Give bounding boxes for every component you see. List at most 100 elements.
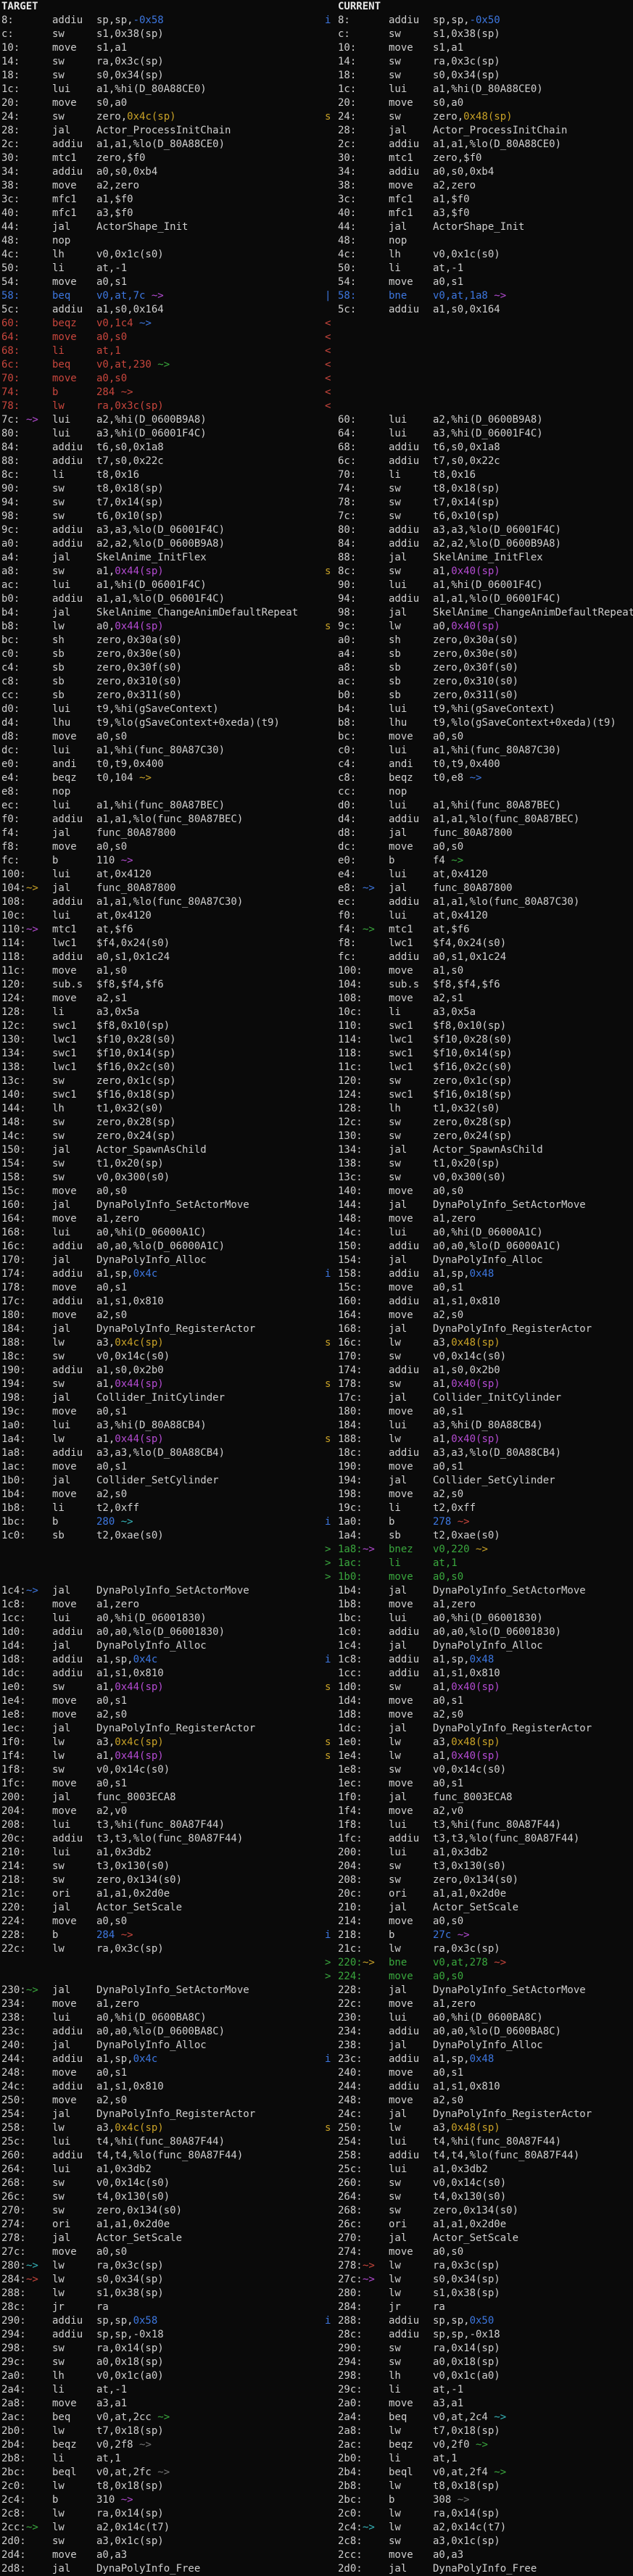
asm-operands: a0,s0: [433, 1971, 463, 1982]
asm-operands: sp,sp,-0x18: [96, 2329, 164, 2340]
asm-operands: ra,0x3c(sp): [96, 56, 164, 67]
asm-row: 12c:swc1$f8,0x10(sp)110:swc1$f8,0x10(sp): [0, 1019, 633, 1033]
asm-operands: a0,s1: [433, 1282, 463, 1293]
diff-gutter-marker: [325, 413, 335, 427]
asm-operands: a1,a1,%lo(func_80A87C30): [96, 896, 243, 908]
asm-mnemonic: jal: [52, 1791, 96, 1805]
diff-gutter-marker: [325, 2204, 335, 2218]
asm-mnemonic: addiu: [52, 14, 96, 28]
diff-gutter-marker: [325, 1791, 335, 1805]
asm-mnemonic: addiu: [52, 592, 96, 606]
target-asm-line: 90:swt8,0x18(sp): [0, 482, 325, 496]
asm-operands: a2,s0: [433, 1709, 463, 1720]
target-asm-line: 24:swzero,0x4c(sp): [0, 110, 325, 124]
current-asm-line: 278:~>lwra,0x3c(sp): [335, 2259, 633, 2273]
asm-address: 224:: [1, 1915, 26, 1929]
asm-mnemonic: lwc1: [52, 1033, 96, 1047]
current-asm-line: 40:mfc1a3,$f0: [335, 207, 633, 220]
current-asm-line: 1c0:addiua0,a0,%lo(D_06001830): [335, 1625, 633, 1639]
current-asm-line: 244:addiua1,s1,0x810: [335, 2080, 633, 2094]
target-asm-line: 14:swra,0x3c(sp): [0, 55, 325, 69]
target-asm-line: 13c:swzero,0x1c(sp): [0, 1074, 325, 1088]
asm-operands: DynaPolyInfo_Alloc: [433, 1254, 543, 1266]
asm-mnemonic: bne: [389, 289, 433, 303]
target-asm-line: 1c0:sbt2,0xae(s0): [0, 1529, 325, 1543]
target-asm-line: 34:addiua0,s0,0xb4: [0, 165, 325, 179]
current-asm-line: 2b4:beqlv0,at,2f4 ~>: [335, 2466, 633, 2480]
asm-operands: a1,zero: [96, 1998, 139, 2010]
asm-row: 8c:lit8,0x1670:lit8,0x16: [0, 468, 633, 482]
asm-address: 2ac:: [338, 2438, 363, 2452]
current-asm-line: 5c:addiua1,s0,0x164: [335, 303, 633, 317]
current-asm-line: [335, 331, 633, 344]
current-asm-line: 1a4:sbt2,0xae(s0): [335, 1529, 633, 1543]
target-asm-line: 234:movea1,zero: [0, 1997, 325, 2011]
current-asm-line: 1c8:addiua1,sp,0x48: [335, 1653, 633, 1667]
current-asm-line: 248:movea2,s0: [335, 2094, 633, 2108]
target-asm-line: 134:swc1$f10,0x14(sp): [0, 1047, 325, 1061]
asm-mnemonic: sw: [52, 2177, 96, 2190]
asm-address: b4:: [1, 606, 26, 620]
asm-mnemonic: addiu: [52, 1653, 96, 1667]
asm-row: >1ac:liat,1: [0, 1557, 633, 1570]
target-asm-line: 18:sws0,0x34(sp): [0, 69, 325, 83]
asm-mnemonic: addiu: [52, 441, 96, 455]
asm-operands: s1,0x38(sp): [433, 28, 500, 40]
asm-address: 58:: [1, 289, 26, 303]
asm-mnemonic: beq: [52, 2411, 96, 2424]
asm-row: c8:sbzero,0x310(s0)ac:sbzero,0x310(s0): [0, 675, 633, 689]
diff-gutter-marker: [325, 868, 335, 882]
asm-row: 2d0:swa3,0x1c(sp)2c8:swa3,0x1c(sp): [0, 2535, 633, 2548]
asm-operands: Actor_SetScale: [433, 2232, 518, 2244]
asm-row: 74:b284 ~><: [0, 386, 633, 399]
asm-operands: a3,a3,%lo(D_06001F4C): [96, 524, 225, 536]
current-asm-line: 38:movea2,zero: [335, 179, 633, 193]
diff-gutter-marker: [325, 1226, 335, 1240]
asm-address: 16c:: [1, 1240, 26, 1254]
current-asm-line: 148:movea1,zero: [335, 1212, 633, 1226]
current-asm-line: e4:luiat,0x4120: [335, 868, 633, 882]
asm-mnemonic: lui: [389, 703, 433, 716]
asm-address: 270:: [338, 2232, 363, 2245]
asm-row: 274:oria1,a1,0x2d0e26c:oria1,a1,0x2d0e: [0, 2218, 633, 2232]
asm-address: 128:: [338, 1102, 363, 1116]
target-asm-line: 1d4:jalDynaPolyInfo_Alloc: [0, 1639, 325, 1653]
current-asm-line: 150:addiua0,a0,%lo(D_06000A1C): [335, 1240, 633, 1254]
target-asm-line: 12c:swc1$f8,0x10(sp): [0, 1019, 325, 1033]
asm-operands: DynaPolyInfo_Free: [96, 2563, 200, 2575]
asm-address: e0:: [1, 758, 26, 771]
asm-row: 230:~>jalDynaPolyInfo_SetActorMove228:ja…: [0, 1984, 633, 1997]
asm-row: 9c:addiua3,a3,%lo(D_06001F4C)80:addiua3,…: [0, 523, 633, 537]
asm-row: a4:jalSkelAnime_InitFlex88:jalSkelAnime_…: [0, 551, 633, 565]
asm-mnemonic: move: [389, 96, 433, 110]
asm-row: 1a8:addiua3,a3,%lo(D_80A88CB4)18c:addiua…: [0, 1446, 633, 1460]
asm-operands: a1,%hi(func_80A87BEC): [433, 800, 561, 811]
asm-mnemonic: move: [389, 179, 433, 193]
asm-address: 250:: [338, 2121, 363, 2135]
diff-gutter-marker: [325, 592, 335, 606]
current-asm-line: 1a8:~>bnezv0,220 ~>: [335, 1543, 633, 1557]
current-asm-line: 9c:lwa0,0x40(sp): [335, 620, 633, 634]
asm-operands: t9,%hi(gSaveContext): [96, 703, 219, 715]
asm-address: 280:: [338, 2287, 363, 2300]
asm-mnemonic: bne: [389, 1956, 433, 1970]
asm-operands: zero,0x134(s0): [96, 1874, 182, 1886]
asm-address: 48:: [338, 234, 363, 248]
diff-gutter-marker: i: [325, 2314, 335, 2328]
asm-operands: DynaPolyInfo_SetActorMove: [433, 1984, 586, 1996]
asm-operands: t3,0x130(s0): [433, 1860, 506, 1872]
asm-address: d0:: [1, 703, 26, 716]
asm-operands: t2,0xff: [433, 1502, 476, 1514]
current-asm-line: 194:jalCollider_SetCylinder: [335, 1474, 633, 1488]
asm-mnemonic: lw: [389, 2287, 433, 2300]
current-asm-line: 260:swv0,0x14c(s0): [335, 2177, 633, 2190]
asm-operands: v0,at,2c4 ~>: [433, 2411, 506, 2423]
asm-mnemonic: lui: [389, 744, 433, 758]
asm-mnemonic: lui: [52, 1612, 96, 1625]
asm-operands: a3,0x1c(sp): [96, 2535, 164, 2547]
asm-row: 170:jalDynaPolyInfo_Alloc154:jalDynaPoly…: [0, 1254, 633, 1267]
asm-mnemonic: move: [52, 2066, 96, 2080]
target-asm-line: 190:addiua1,s0,0x2b0: [0, 1364, 325, 1378]
asm-mnemonic: li: [389, 1006, 433, 1019]
asm-address: e8:: [338, 882, 363, 895]
